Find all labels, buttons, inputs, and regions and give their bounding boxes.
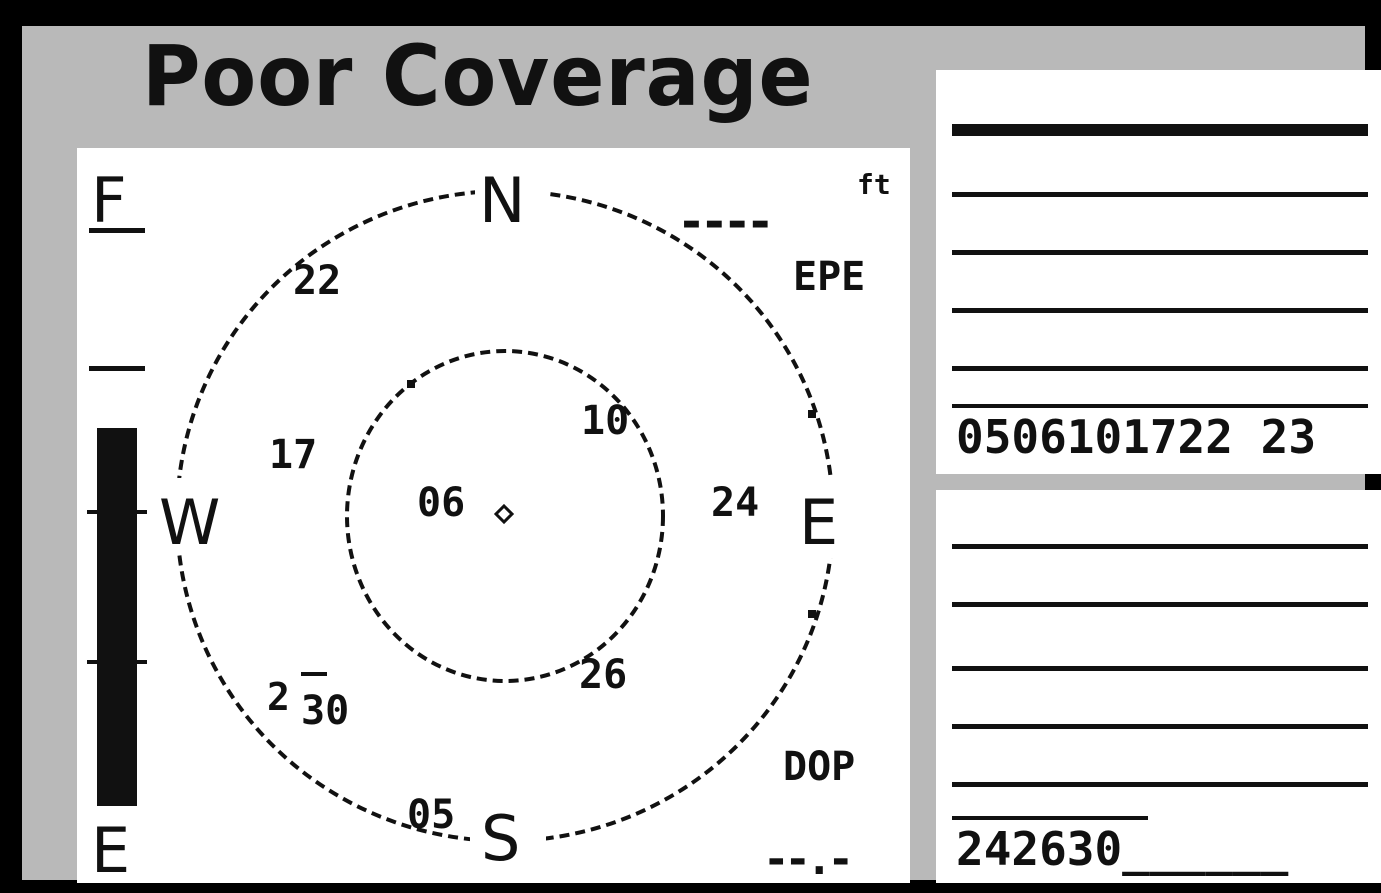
satellite-id-label: 24 xyxy=(711,480,759,526)
elevation-bar xyxy=(97,428,137,806)
signal-baseline xyxy=(952,816,1148,820)
satellite-marker xyxy=(808,610,816,618)
signal-gridline xyxy=(952,366,1368,371)
west-label: W xyxy=(159,486,220,559)
gps-device-frame: Poor Coverage N E S W F E 22 17 10 06 24… xyxy=(0,0,1381,893)
satellite-id-label: 30 xyxy=(301,688,349,734)
satellite-id-label: 26 xyxy=(579,652,627,698)
signal-gridline xyxy=(952,124,1368,136)
elevation-tick-2 xyxy=(87,660,147,664)
satellite-id-label: 17 xyxy=(269,432,317,478)
satellite-status-screen: Poor Coverage N E S W F E 22 17 10 06 24… xyxy=(22,26,1381,883)
south-label: S xyxy=(481,802,520,875)
signal-gridline xyxy=(952,666,1368,671)
satellite-marker xyxy=(808,410,816,418)
satellite-id-label: 2 xyxy=(267,675,290,719)
signal-gridline xyxy=(952,602,1368,607)
epe-label: EPE xyxy=(793,254,865,300)
satellite-id-row: 242630______ xyxy=(956,822,1289,876)
signal-gridline xyxy=(952,782,1368,787)
position-diamond-icon xyxy=(493,503,515,525)
elevation-bottom-label: E xyxy=(91,814,130,883)
satellite-id-row: 0506101722 23 xyxy=(956,410,1317,464)
sky-view: N E S W F E 22 17 10 06 24 26 2 30 05 --… xyxy=(87,164,891,883)
epe-unit: ft xyxy=(857,168,891,201)
north-label: N xyxy=(479,164,525,237)
dop-value: --.- xyxy=(763,834,849,883)
signal-gridline xyxy=(952,724,1368,729)
satellite-id-label: 05 xyxy=(407,792,455,838)
signal-gridline xyxy=(952,192,1368,197)
dop-label: DOP xyxy=(783,744,855,790)
sky-view-panel: N E S W F E 22 17 10 06 24 26 2 30 05 --… xyxy=(77,148,910,883)
epe-value: ---- xyxy=(677,194,769,250)
elevation-top-label: F xyxy=(91,164,127,237)
page-title: Poor Coverage xyxy=(142,27,814,125)
signal-gridline xyxy=(952,544,1368,549)
east-label: E xyxy=(799,486,838,559)
elevation-mid-tick xyxy=(89,366,145,371)
signal-gridline xyxy=(952,250,1368,255)
signal-strength-panel-top: 0506101722 23 xyxy=(936,70,1381,474)
elevation-top-underline xyxy=(89,228,145,233)
signal-strength-panel-bottom: 242630______ xyxy=(936,490,1381,883)
satellite-marker xyxy=(407,380,415,388)
elevation-tick-1 xyxy=(87,510,147,514)
signal-gridline xyxy=(952,308,1368,313)
satellite-id-label: 22 xyxy=(293,258,341,304)
satellite-id-label: 10 xyxy=(581,398,629,444)
satellite-id-label: 06 xyxy=(417,480,465,526)
signal-baseline xyxy=(952,404,1368,408)
